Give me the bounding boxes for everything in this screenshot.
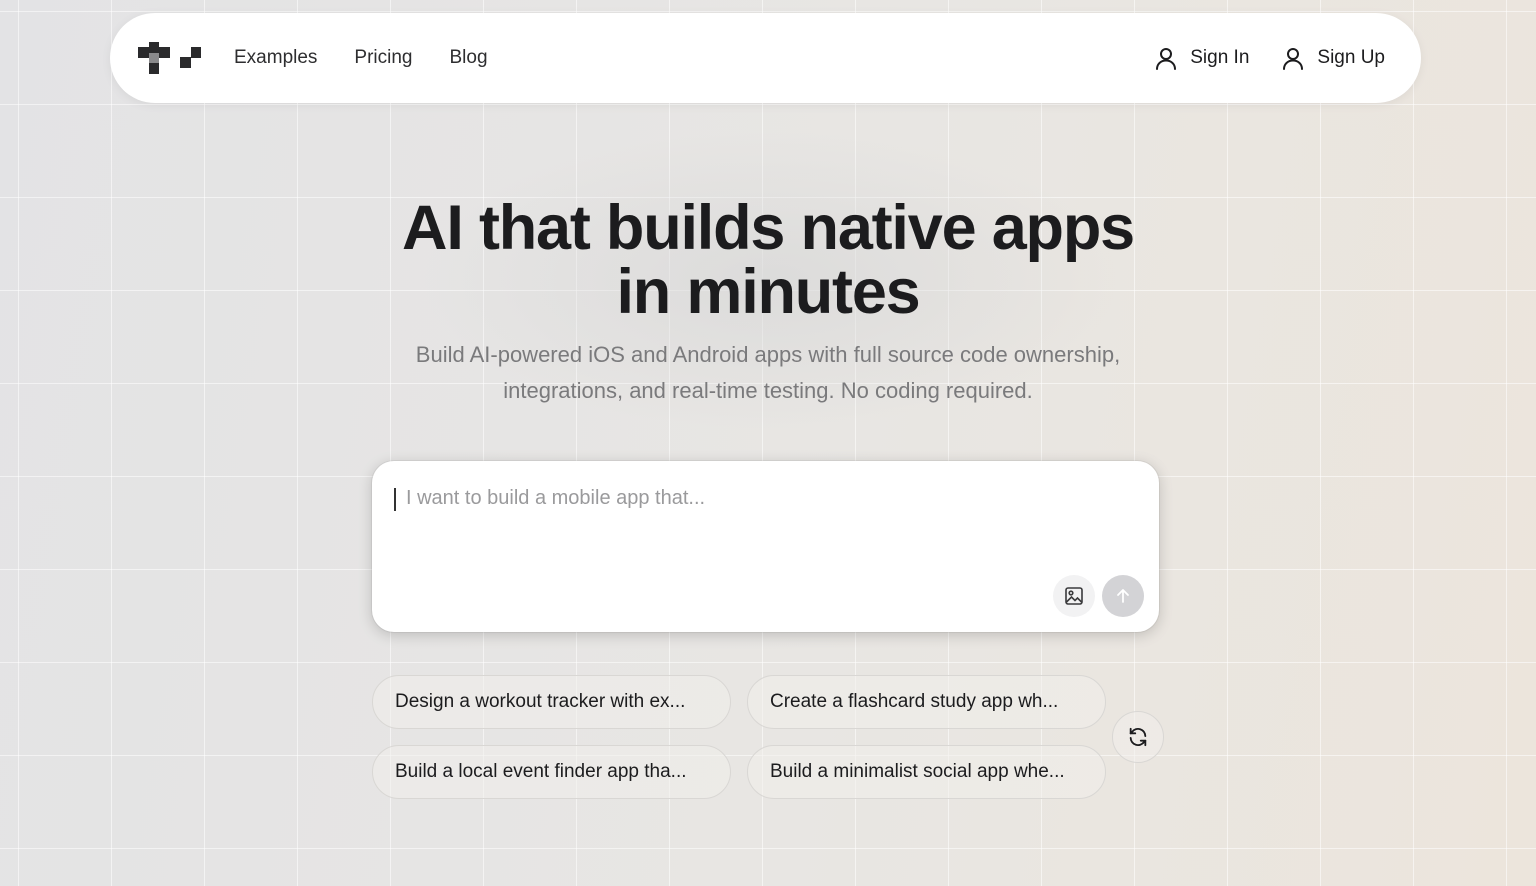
user-icon (1283, 48, 1304, 70)
suggestion-chip-2[interactable]: Create a flashcard study app wh... (747, 675, 1106, 729)
sign-in-label: Sign In (1190, 47, 1250, 68)
hero-title-line1: AI that builds native apps (402, 193, 1135, 263)
suggestion-chip-1[interactable]: Design a workout tracker with ex... (372, 675, 731, 729)
hero-subtitle-line2: integrations, and real-time testing. No … (503, 378, 1033, 403)
arrow-up-icon (1117, 589, 1129, 603)
sign-up-label: Sign Up (1317, 47, 1385, 68)
hero-title-line2: in minutes (616, 257, 920, 327)
navbar: Examples Pricing Blog Sign In Sign Up (110, 13, 1421, 103)
send-button[interactable] (1102, 575, 1144, 617)
hero-title: AI that builds native apps in minutes (0, 196, 1536, 324)
hero-subtitle-line1: Build AI-powered iOS and Android apps wi… (415, 342, 1121, 367)
sign-up-button[interactable]: Sign Up (1281, 46, 1385, 70)
refresh-icon (1129, 727, 1147, 747)
prompt-box (372, 461, 1159, 632)
prompt-input[interactable] (392, 483, 1132, 583)
nav-links: Examples Pricing Blog (234, 47, 488, 69)
hero-subtitle: Build AI-powered iOS and Android apps wi… (368, 337, 1168, 409)
refresh-suggestions-button[interactable] (1112, 711, 1164, 763)
text-caret (394, 488, 396, 511)
pixel-logo-icon[interactable] (138, 42, 202, 74)
attach-image-button[interactable] (1053, 575, 1095, 617)
nav-link-examples[interactable]: Examples (234, 47, 317, 69)
sign-in-button[interactable]: Sign In (1154, 46, 1249, 70)
auth-actions: Sign In Sign Up (1154, 46, 1385, 70)
user-icon (1156, 48, 1177, 70)
nav-link-blog[interactable]: Blog (450, 47, 488, 69)
image-icon (1065, 587, 1083, 605)
suggestion-chip-3[interactable]: Build a local event finder app tha... (372, 745, 731, 799)
nav-link-pricing[interactable]: Pricing (354, 47, 412, 69)
suggestion-chip-4[interactable]: Build a minimalist social app whe... (747, 745, 1106, 799)
